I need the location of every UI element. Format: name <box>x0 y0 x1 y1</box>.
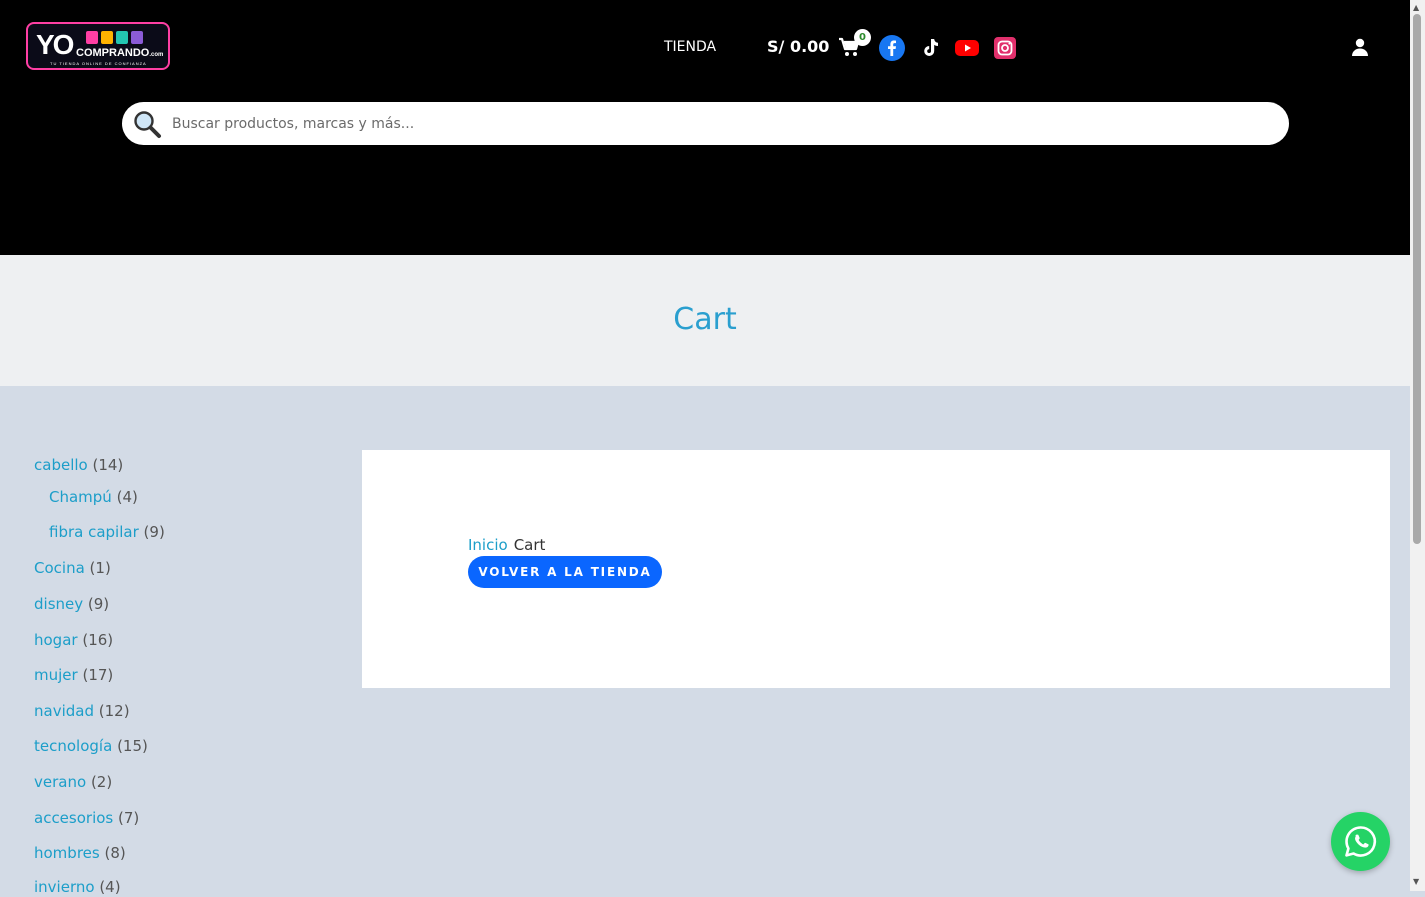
category-item: verano (2) <box>34 772 112 792</box>
category-item: Cocina (1) <box>34 558 111 578</box>
breadcrumb-current: Cart <box>513 536 546 554</box>
category-count: (1) <box>89 559 111 577</box>
category-item: navidad (12) <box>34 701 130 721</box>
category-count: (15) <box>117 737 148 755</box>
category-item: tecnología (15) <box>34 736 148 756</box>
category-link[interactable]: Champú <box>49 488 112 506</box>
category-count: (16) <box>82 631 114 649</box>
category-item: hombres (8) <box>34 843 126 863</box>
search-bar <box>122 102 1289 145</box>
tiktok-icon[interactable] <box>917 35 943 61</box>
category-count: (9) <box>87 595 110 613</box>
cart-count-badge: 0 <box>854 29 871 46</box>
youtube-icon[interactable] <box>954 35 980 61</box>
category-link[interactable]: invierno <box>34 878 95 896</box>
category-count: (4) <box>116 488 138 506</box>
category-link[interactable]: fibra capilar <box>49 523 139 541</box>
category-item: hogar (16) <box>34 630 113 650</box>
breadcrumb-home-link[interactable]: Inicio <box>468 536 508 554</box>
category-link[interactable]: navidad <box>34 702 94 720</box>
category-link[interactable]: hogar <box>34 631 78 649</box>
category-item: mujer (17) <box>34 665 113 685</box>
category-item: cabello (14) <box>34 455 123 475</box>
category-link[interactable]: disney <box>34 595 83 613</box>
category-count: (17) <box>82 666 114 684</box>
site-logo[interactable]: YO COMPRANDO.com TU TIENDA ONLINE DE CON… <box>26 22 170 70</box>
site-header: YO COMPRANDO.com TU TIENDA ONLINE DE CON… <box>0 0 1410 255</box>
category-item: accesorios (7) <box>34 808 139 828</box>
instagram-icon[interactable] <box>992 35 1018 61</box>
category-link[interactable]: accesorios <box>34 809 113 827</box>
category-count: (4) <box>99 878 121 896</box>
category-count: (7) <box>118 809 140 827</box>
logo-wordmark: YO <box>36 29 74 60</box>
category-link[interactable]: verano <box>34 773 86 791</box>
category-link[interactable]: tecnología <box>34 737 112 755</box>
scroll-down-arrow-icon[interactable]: ▼ <box>1413 877 1419 886</box>
category-item: invierno (4) <box>34 877 121 897</box>
logo-brand: COMPRANDO.com <box>76 47 164 59</box>
nav-link-tienda[interactable]: TIENDA <box>664 38 716 56</box>
logo-tagline: TU TIENDA ONLINE DE CONFIANZA <box>50 61 147 66</box>
whatsapp-chat-button[interactable] <box>1331 812 1390 871</box>
shopping-bags-icon <box>86 29 152 45</box>
category-link[interactable]: cabello <box>34 456 88 474</box>
search-input[interactable] <box>172 102 1262 145</box>
category-link[interactable]: Cocina <box>34 559 85 577</box>
facebook-icon[interactable] <box>879 35 905 61</box>
scrollbar-thumb[interactable] <box>1413 14 1421 544</box>
category-item: disney (9) <box>34 594 109 614</box>
scroll-up-arrow-icon[interactable]: ▲ <box>1413 3 1419 12</box>
category-item: fibra capilar (9) <box>49 522 165 542</box>
category-count: (9) <box>143 523 165 541</box>
category-count: (8) <box>104 844 126 862</box>
whatsapp-icon <box>1345 826 1377 857</box>
category-count: (12) <box>98 702 130 720</box>
category-link[interactable]: hombres <box>34 844 100 862</box>
cart-total[interactable]: S/ 0.00 <box>767 37 829 57</box>
category-link[interactable]: mujer <box>34 666 78 684</box>
page-title: Cart <box>673 302 737 337</box>
user-account-icon[interactable] <box>1351 38 1369 56</box>
return-to-shop-button[interactable]: VOLVER A LA TIENDA <box>468 556 662 588</box>
breadcrumb: Inicio Cart <box>468 535 545 555</box>
category-count: (2) <box>90 773 113 791</box>
search-icon[interactable] <box>132 109 162 139</box>
category-item: Champú (4) <box>49 487 138 507</box>
category-count: (14) <box>92 456 124 474</box>
